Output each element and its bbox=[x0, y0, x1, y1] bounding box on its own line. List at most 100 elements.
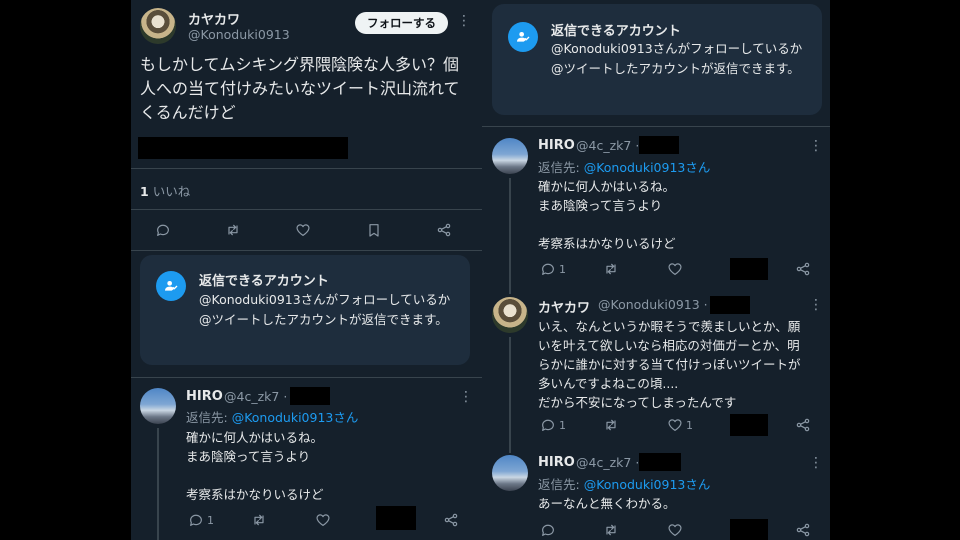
reply-icon bbox=[542, 263, 554, 275]
share-button[interactable] bbox=[795, 417, 811, 433]
divider bbox=[131, 209, 483, 210]
reply-to-line: 返信先: @Konoduki0913さん bbox=[538, 477, 711, 492]
bookmark-button[interactable] bbox=[366, 222, 382, 238]
avatar[interactable] bbox=[492, 138, 528, 174]
redacted-timestamp bbox=[639, 453, 681, 471]
like-count: 1 bbox=[686, 418, 693, 432]
retweet-icon bbox=[606, 419, 616, 431]
follow-button[interactable]: フォローする bbox=[355, 12, 448, 34]
reply-count: 1 bbox=[559, 262, 566, 276]
tweet-text: いえ、なんというか暇そうで羨ましいとか、願いを叶えて欲しいなら相応の対価ガーとか… bbox=[538, 319, 801, 410]
tweet-text: 確かに何人かはいるね。 まあ陰険って言うより 考察系はかなりいるけど bbox=[186, 430, 324, 502]
avatar[interactable] bbox=[140, 388, 176, 424]
retweet-icon bbox=[228, 224, 238, 236]
redacted-block bbox=[376, 506, 416, 530]
thread-line bbox=[509, 178, 511, 294]
retweet-button[interactable] bbox=[603, 417, 619, 433]
divider bbox=[131, 250, 483, 251]
redacted-timestamp bbox=[710, 296, 750, 314]
retweet-button[interactable] bbox=[603, 261, 619, 277]
divider bbox=[482, 126, 830, 127]
more-options-icon[interactable]: ⋮ bbox=[809, 139, 823, 153]
heart-icon bbox=[296, 224, 310, 236]
author-handle[interactable]: @Konoduki0913 bbox=[188, 27, 290, 42]
mention-link[interactable]: @Konoduki0913さん bbox=[584, 160, 711, 175]
mention-link[interactable]: @Konoduki0913さん bbox=[584, 477, 711, 492]
redacted-block bbox=[138, 137, 348, 159]
share-button[interactable] bbox=[795, 522, 811, 538]
likes-summary[interactable]: 1 いいね bbox=[140, 181, 190, 200]
reply-icon bbox=[157, 224, 169, 236]
retweet-icon bbox=[254, 514, 264, 526]
heart-icon bbox=[668, 263, 682, 275]
share-icon bbox=[796, 262, 810, 276]
retweet-icon bbox=[606, 524, 616, 536]
author-name[interactable]: カヤカワ bbox=[188, 9, 240, 28]
likes-count: 1 bbox=[140, 184, 149, 199]
mention-link[interactable]: @Konoduki0913さん bbox=[232, 410, 359, 425]
people-icon bbox=[156, 271, 186, 301]
heart-icon bbox=[668, 419, 682, 431]
more-options-icon[interactable]: ⋮ bbox=[809, 456, 823, 470]
share-button[interactable] bbox=[443, 512, 459, 528]
redacted-block bbox=[730, 258, 768, 280]
card-title: 返信できるアカウント bbox=[551, 24, 681, 39]
share-icon bbox=[796, 418, 810, 432]
avatar[interactable] bbox=[492, 455, 528, 491]
author-handle[interactable]: @Konoduki0913 · bbox=[598, 297, 708, 312]
like-button[interactable] bbox=[315, 512, 331, 528]
reply-restriction-card: 返信できるアカウント @Konoduki0913さんがフォローしているか@ツイー… bbox=[140, 255, 470, 365]
tweet-text: あーなんと無くわかる。 bbox=[538, 496, 676, 511]
retweet-button[interactable] bbox=[251, 512, 267, 528]
share-button[interactable] bbox=[436, 222, 452, 238]
reply-icon bbox=[190, 514, 202, 526]
reply-button[interactable]: 1 bbox=[188, 512, 214, 528]
more-options-icon[interactable]: ⋮ bbox=[457, 14, 471, 28]
like-button[interactable] bbox=[667, 261, 683, 277]
more-options-icon[interactable]: ⋮ bbox=[809, 298, 823, 312]
share-button[interactable] bbox=[795, 261, 811, 277]
bookmark-icon bbox=[369, 224, 379, 237]
card-title: 返信できるアカウント bbox=[199, 274, 329, 289]
divider bbox=[131, 377, 483, 378]
reply-icon bbox=[542, 524, 554, 536]
author-name[interactable]: カヤカワ bbox=[538, 297, 590, 316]
reply-to-line: 返信先: @Konoduki0913さん bbox=[538, 160, 711, 175]
card-text: @Konoduki0913さんがフォローしているか@ツイートしたアカウントが返信… bbox=[551, 41, 803, 76]
author-handle[interactable]: @4c_zk7 · bbox=[576, 138, 639, 153]
reply-button[interactable] bbox=[540, 522, 556, 538]
redacted-block bbox=[730, 519, 768, 540]
like-button[interactable] bbox=[295, 222, 311, 238]
reply-restriction-card: 返信できるアカウント @Konoduki0913さんがフォローしているか@ツイー… bbox=[492, 4, 822, 115]
author-name[interactable]: HIRO bbox=[538, 455, 575, 470]
author-name[interactable]: HIRO bbox=[538, 138, 575, 153]
reply-icon bbox=[542, 419, 554, 431]
redacted-timestamp bbox=[639, 136, 679, 154]
reply-button[interactable] bbox=[155, 222, 171, 238]
share-icon bbox=[437, 223, 451, 237]
divider bbox=[131, 168, 483, 169]
tweet-text: 確かに何人かはいるね。 まあ陰険って言うより 考察系はかなりいるけど bbox=[538, 179, 676, 251]
reply-count: 1 bbox=[207, 513, 214, 527]
reply-button[interactable]: 1 bbox=[540, 261, 566, 277]
reply-button[interactable]: 1 bbox=[540, 417, 566, 433]
more-options-icon[interactable]: ⋮ bbox=[459, 390, 473, 404]
redacted-block bbox=[730, 414, 768, 436]
retweet-button[interactable] bbox=[225, 222, 241, 238]
retweet-button[interactable] bbox=[603, 522, 619, 538]
like-button[interactable]: 1 bbox=[667, 417, 693, 433]
retweet-icon bbox=[606, 263, 616, 275]
heart-icon bbox=[668, 524, 682, 536]
author-name[interactable]: HIRO bbox=[186, 389, 223, 404]
author-handle[interactable]: @4c_zk7 · bbox=[576, 455, 639, 470]
avatar[interactable] bbox=[140, 8, 176, 44]
avatar[interactable] bbox=[492, 297, 528, 333]
redacted-timestamp bbox=[290, 387, 330, 405]
thread-line bbox=[509, 337, 511, 453]
share-icon bbox=[444, 513, 458, 527]
share-icon bbox=[796, 523, 810, 537]
heart-icon bbox=[316, 514, 330, 526]
people-icon bbox=[508, 22, 538, 52]
like-button[interactable] bbox=[667, 522, 683, 538]
author-handle[interactable]: @4c_zk7 · bbox=[224, 389, 287, 404]
